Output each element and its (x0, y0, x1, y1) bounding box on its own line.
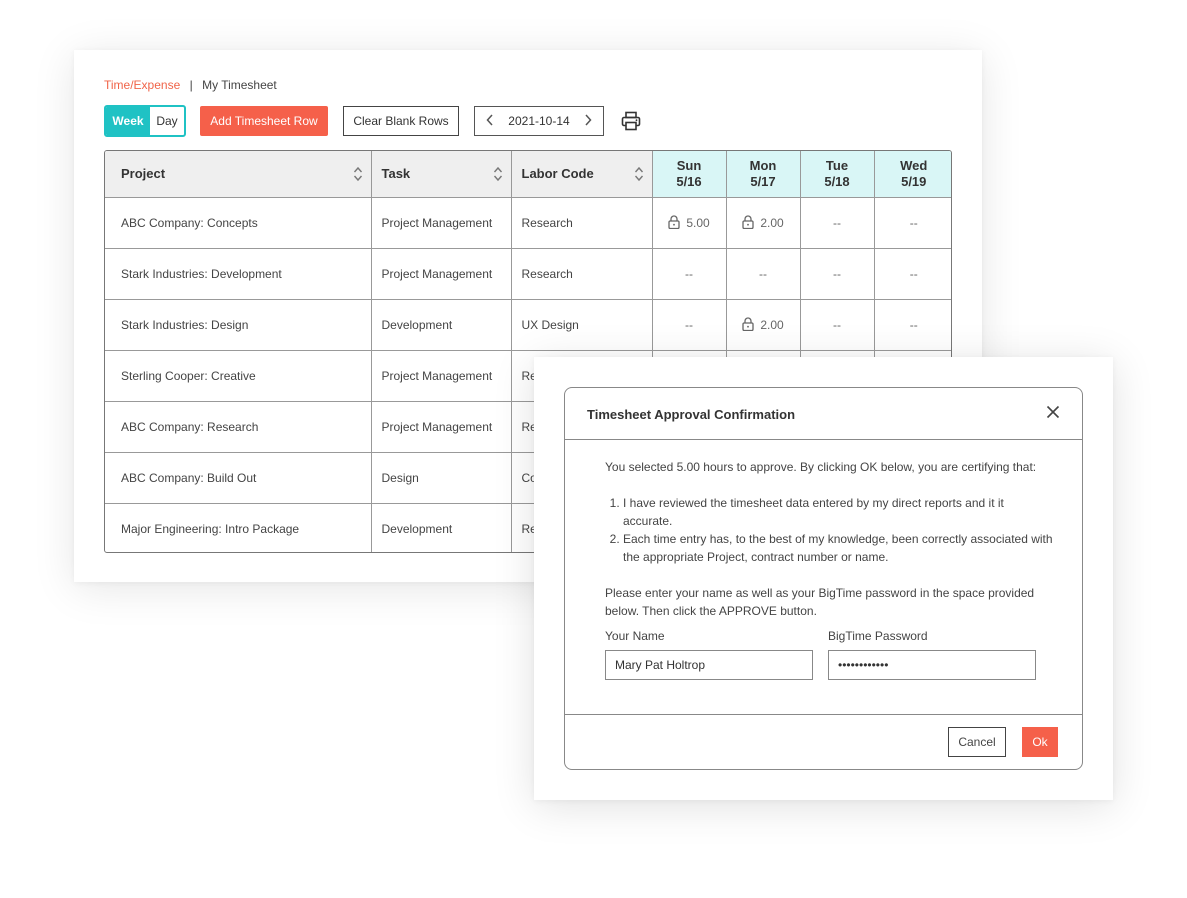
modal-header: Timesheet Approval Confirmation (565, 388, 1082, 440)
hours-cell-tue[interactable]: -- (800, 197, 875, 249)
day-date: 5/19 (901, 173, 927, 189)
hours-cell-mon[interactable]: -- (726, 248, 801, 300)
breadcrumb-separator: | (189, 78, 193, 92)
hours-cell-sun[interactable]: 5.00 (652, 197, 727, 249)
project-cell[interactable]: Stark Industries: Design (105, 299, 372, 351)
table-row[interactable]: Stark Industries: Development Project Ma… (105, 248, 951, 300)
certification-list: I have reviewed the timesheet data enter… (623, 494, 1055, 566)
project-cell[interactable]: Major Engineering: Intro Package (105, 503, 372, 552)
lock-icon (742, 317, 754, 331)
sort-icon[interactable] (493, 165, 503, 183)
hours-cell-tue[interactable]: -- (800, 248, 875, 300)
day-view-button[interactable]: Day (150, 107, 184, 135)
column-label-project: Project (121, 166, 166, 182)
day-name: Wed (900, 157, 928, 173)
breadcrumb-current: My Timesheet (202, 78, 277, 92)
project-cell[interactable]: ABC Company: Concepts (105, 197, 372, 249)
lock-icon (668, 215, 680, 229)
column-header-sun: Sun 5/16 (652, 151, 727, 198)
column-header-labor-code[interactable]: Labor Code (511, 151, 653, 198)
labor-code-cell[interactable]: Research (511, 248, 653, 300)
approval-modal: Timesheet Approval Confirmation You sele… (564, 387, 1083, 770)
modal-intro: You selected 5.00 hours to approve. By c… (605, 460, 1037, 474)
hours-cell-wed[interactable]: -- (874, 248, 951, 300)
name-label: Your Name (605, 629, 665, 643)
modal-body: You selected 5.00 hours to approve. By c… (605, 458, 1055, 620)
modal-footer: Cancel Ok (565, 714, 1082, 769)
column-label-labor-code: Labor Code (521, 166, 594, 182)
date-value[interactable]: 2021-10-14 (508, 114, 569, 128)
hours-value: 5.00 (686, 216, 710, 230)
list-item: I have reviewed the timesheet data enter… (623, 494, 1055, 530)
day-name: Sun (676, 157, 702, 173)
project-cell[interactable]: ABC Company: Build Out (105, 452, 372, 504)
day-date: 5/16 (676, 173, 702, 189)
modal-instruction: Please enter your name as well as your B… (605, 586, 1035, 618)
labor-code-cell[interactable]: Research (511, 197, 653, 249)
ok-button[interactable]: Ok (1022, 727, 1058, 757)
list-item: Each time entry has, to the best of my k… (623, 530, 1055, 566)
modal-title: Timesheet Approval Confirmation (587, 407, 796, 422)
add-timesheet-row-button[interactable]: Add Timesheet Row (200, 106, 328, 136)
hours-cell-sun[interactable]: -- (652, 299, 727, 351)
task-cell[interactable]: Design (371, 452, 512, 504)
sort-icon[interactable] (353, 165, 363, 183)
column-header-wed: Wed 5/19 (874, 151, 951, 198)
column-header-mon: Mon 5/17 (726, 151, 801, 198)
grid-header-row: Project Task Labor Code Sun 5/16 Mon 5/17 … (105, 151, 951, 198)
date-navigator: 2021-10-14 (474, 106, 604, 136)
column-header-task[interactable]: Task (371, 151, 512, 198)
task-cell[interactable]: Development (371, 299, 512, 351)
task-cell[interactable]: Project Management (371, 401, 512, 453)
hours-cell-mon[interactable]: 2.00 (726, 197, 801, 249)
hours-cell-mon[interactable]: 2.00 (726, 299, 801, 351)
column-label-task: Task (381, 166, 411, 182)
hours-cell-wed[interactable]: -- (874, 197, 951, 249)
labor-code-cell[interactable]: UX Design (511, 299, 653, 351)
name-field[interactable]: Mary Pat Holtrop (605, 650, 813, 680)
day-name: Tue (825, 157, 849, 173)
hours-value: 2.00 (760, 216, 784, 230)
cancel-button[interactable]: Cancel (948, 727, 1006, 757)
breadcrumb: Time/Expense | My Timesheet (104, 78, 277, 92)
view-toggle: Week Day (104, 105, 186, 137)
chevron-right-icon[interactable] (581, 113, 595, 129)
column-header-tue: Tue 5/18 (800, 151, 875, 198)
timesheet-toolbar: Week Day Add Timesheet Row Clear Blank R… (104, 105, 964, 137)
printer-icon[interactable] (620, 110, 642, 132)
sort-icon[interactable] (634, 165, 644, 183)
hours-cell-sun[interactable]: -- (652, 248, 727, 300)
task-cell[interactable]: Development (371, 503, 512, 552)
close-icon[interactable] (1046, 405, 1060, 419)
chevron-left-icon[interactable] (483, 113, 497, 129)
day-name: Mon (749, 157, 777, 173)
project-cell[interactable]: Stark Industries: Development (105, 248, 372, 300)
breadcrumb-link-time-expense[interactable]: Time/Expense (104, 78, 180, 92)
project-cell[interactable]: Sterling Cooper: Creative (105, 350, 372, 402)
password-field[interactable]: •••••••••••• (828, 650, 1036, 680)
column-header-project[interactable]: Project (105, 151, 372, 198)
approval-panel: Timesheet Approval Confirmation You sele… (534, 357, 1113, 800)
day-date: 5/18 (824, 173, 850, 189)
week-view-button[interactable]: Week (106, 107, 150, 135)
hours-cell-tue[interactable]: -- (800, 299, 875, 351)
task-cell[interactable]: Project Management (371, 197, 512, 249)
table-row[interactable]: ABC Company: Concepts Project Management… (105, 197, 951, 249)
hours-value: 2.00 (760, 318, 784, 332)
hours-cell-wed[interactable]: -- (874, 299, 951, 351)
lock-icon (742, 215, 754, 229)
task-cell[interactable]: Project Management (371, 248, 512, 300)
task-cell[interactable]: Project Management (371, 350, 512, 402)
project-cell[interactable]: ABC Company: Research (105, 401, 372, 453)
clear-blank-rows-button[interactable]: Clear Blank Rows (343, 106, 459, 136)
table-row[interactable]: Stark Industries: Design Development UX … (105, 299, 951, 351)
day-date: 5/17 (750, 173, 776, 189)
password-label: BigTime Password (828, 629, 928, 643)
